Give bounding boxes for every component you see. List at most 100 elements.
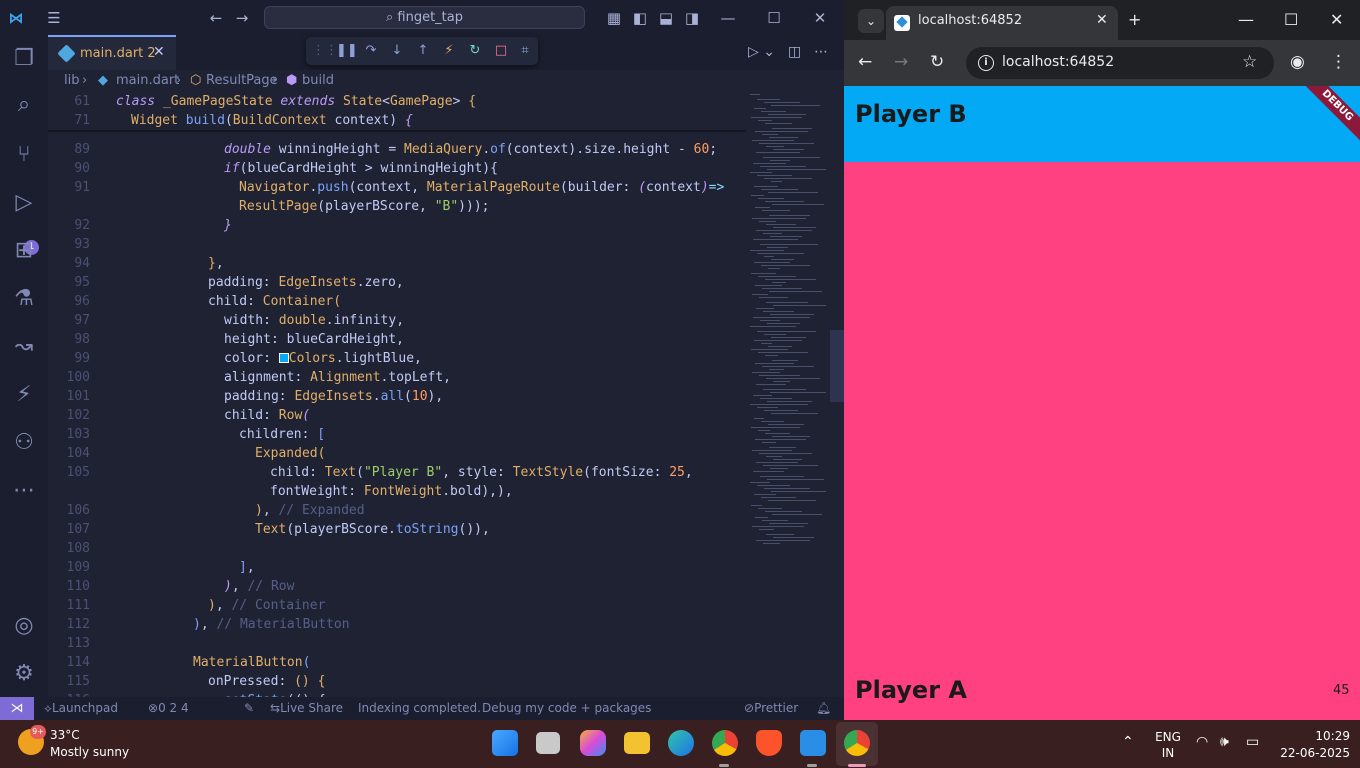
forward-arrow-icon[interactable]: → (232, 8, 252, 28)
sticky-scroll-line[interactable]: 61 class _GamePageState extends State<Gam… (48, 92, 746, 111)
notifications-bell-icon[interactable]: 🔔︎ (816, 697, 831, 720)
breadcrumb-lib[interactable]: lib (64, 70, 79, 92)
tab-close-icon[interactable]: ✕ (1096, 12, 1108, 28)
more-actions-icon[interactable]: ⋯ (814, 44, 828, 60)
back-arrow-icon[interactable]: ← (206, 8, 226, 28)
settings-gear-icon[interactable]: ⚙ (10, 660, 38, 688)
tab-main-dart[interactable]: main.dart 2 ✕ (48, 35, 176, 70)
source-control-icon[interactable]: ⑂ (10, 141, 38, 169)
bookmark-star-icon[interactable]: ☆ (1242, 52, 1257, 72)
scrollbar-thumb[interactable] (830, 330, 844, 402)
task-view-icon[interactable] (536, 732, 560, 754)
minimap-line (758, 120, 772, 121)
testing-icon[interactable]: ⚗ (10, 285, 38, 313)
menu-icon[interactable]: ☰ (44, 8, 64, 28)
minimap-line (756, 540, 810, 541)
browser-tab[interactable]: localhost:64852 ✕ (886, 6, 1118, 40)
split-editor-icon[interactable]: ◫ (788, 44, 801, 60)
customize-layout-icon[interactable]: ▦ (604, 8, 624, 28)
sticky-scroll-line[interactable]: 71 Widget build(BuildContext context) { (48, 111, 746, 130)
volume-icon[interactable]: 🕪︎ (1220, 734, 1229, 750)
dart-file-icon (57, 44, 76, 63)
site-info-icon[interactable]: i (978, 55, 994, 71)
wifi-icon[interactable]: ◠ (1196, 734, 1208, 750)
git-graph-icon[interactable]: ⚇ (10, 429, 38, 457)
maximize-icon[interactable]: ☐ (1284, 10, 1298, 29)
devtools-icon[interactable]: ⌗ (516, 42, 534, 60)
address-bar[interactable]: i localhost:64852 ☆ (966, 47, 1274, 79)
pause-icon[interactable]: ❚❚ (336, 42, 358, 60)
back-arrow-icon[interactable]: ← (858, 52, 872, 72)
remote-indicator-icon[interactable]: ⋊ (0, 697, 34, 720)
explorer-icon[interactable]: ❐ (10, 45, 38, 73)
chrome-icon[interactable] (844, 730, 870, 756)
restart-icon[interactable]: ↻ (466, 42, 484, 60)
toggle-panel-icon[interactable]: ⬓ (656, 8, 676, 28)
brave-icon[interactable] (756, 730, 782, 756)
clock-time[interactable]: 10:29 (1290, 729, 1350, 743)
more-icon[interactable]: ⋯ (10, 477, 38, 505)
chrome-menu-icon[interactable]: ⋮ (1330, 52, 1347, 72)
launchpad-item[interactable]: ⟡ Launchpad (44, 697, 118, 720)
copilot-icon[interactable] (580, 730, 606, 756)
code-editor[interactable]: 89 double winningHeight = MediaQuery.of(c… (48, 92, 746, 697)
minimize-icon[interactable]: — (718, 8, 738, 28)
port-icon[interactable]: ✎ (244, 697, 254, 720)
minimize-icon[interactable]: — (1238, 10, 1254, 29)
flutter-icon[interactable]: ⚡ (10, 381, 38, 409)
minimap-line (765, 433, 790, 434)
forward-arrow-icon[interactable]: → (894, 52, 908, 72)
hot-reload-icon[interactable]: ⚡ (440, 42, 458, 60)
tray-chevron-icon[interactable]: ⌃ (1122, 734, 1134, 750)
player-a-label[interactable]: Player A (855, 676, 967, 704)
close-icon[interactable]: ✕ (810, 8, 830, 28)
close-icon[interactable]: ✕ (1330, 10, 1343, 29)
step-into-icon[interactable]: ↓ (388, 42, 406, 60)
player-b-card[interactable]: Player B (844, 86, 1360, 162)
accounts-icon[interactable]: ◎ (10, 612, 38, 640)
region-code[interactable]: IN (1152, 746, 1184, 760)
minimap[interactable] (746, 92, 830, 697)
toggle-secondary-sidebar-icon[interactable]: ◨ (682, 8, 702, 28)
minimap-line (770, 314, 814, 315)
problems-item[interactable]: ⊗ 0 2 4 (148, 697, 189, 720)
stop-icon[interactable]: □ (492, 42, 510, 60)
step-over-icon[interactable]: ↷ (362, 42, 380, 60)
toggle-primary-sidebar-icon[interactable]: ◧ (630, 8, 650, 28)
start-windows-icon[interactable] (492, 730, 518, 756)
run-icon[interactable]: ▷ ⌄ (748, 44, 775, 60)
breadcrumb-method[interactable]: build (302, 70, 334, 92)
edge-icon[interactable] (668, 730, 694, 756)
live-share-item[interactable]: ⇆ Live Share (270, 697, 343, 720)
minimap-line (772, 360, 798, 361)
minimap-line (752, 140, 794, 141)
new-tab-icon[interactable]: + (1128, 10, 1141, 29)
search-icon[interactable]: ⌕ (10, 91, 38, 119)
chrome-profile-icon[interactable] (712, 730, 738, 756)
drag-handle-icon[interactable]: ⋮⋮ (312, 42, 338, 60)
maximize-icon[interactable]: ☐ (764, 8, 784, 28)
tab-search-icon[interactable]: ⌄ (858, 9, 884, 33)
vscode-taskbar-icon[interactable] (800, 730, 826, 756)
prettier-item[interactable]: ⊘ Prettier (744, 697, 798, 720)
breadcrumb-file[interactable]: main.dart (116, 70, 179, 92)
reload-icon[interactable]: ↻ (930, 52, 944, 72)
tab-close-icon[interactable]: ✕ (153, 44, 165, 60)
breadcrumb-class[interactable]: ResultPage (206, 70, 278, 92)
temperature[interactable]: 33°C (50, 728, 80, 742)
language-code[interactable]: ENG (1152, 730, 1184, 744)
extensions-icon[interactable]: ⊞ (10, 237, 38, 265)
debug-mode-item[interactable]: Debug my code + packages (482, 697, 651, 720)
vertical-scrollbar[interactable] (830, 92, 844, 697)
profile-icon[interactable]: ◉ (1290, 52, 1305, 72)
step-out-icon[interactable]: ↑ (414, 42, 432, 60)
weather-condition[interactable]: Mostly sunny (50, 745, 129, 759)
clock-date[interactable]: 22-06-2025 (1270, 746, 1350, 760)
running-indicator (719, 764, 729, 767)
file-explorer-icon[interactable] (624, 732, 650, 754)
color-swatch[interactable] (278, 353, 289, 363)
remote-explorer-icon[interactable]: ↝ (10, 333, 38, 361)
run-debug-icon[interactable]: ▷ (10, 189, 38, 217)
battery-icon[interactable]: ▭ (1246, 734, 1259, 750)
command-center-search[interactable]: ⌕ finget_tap (264, 6, 585, 29)
